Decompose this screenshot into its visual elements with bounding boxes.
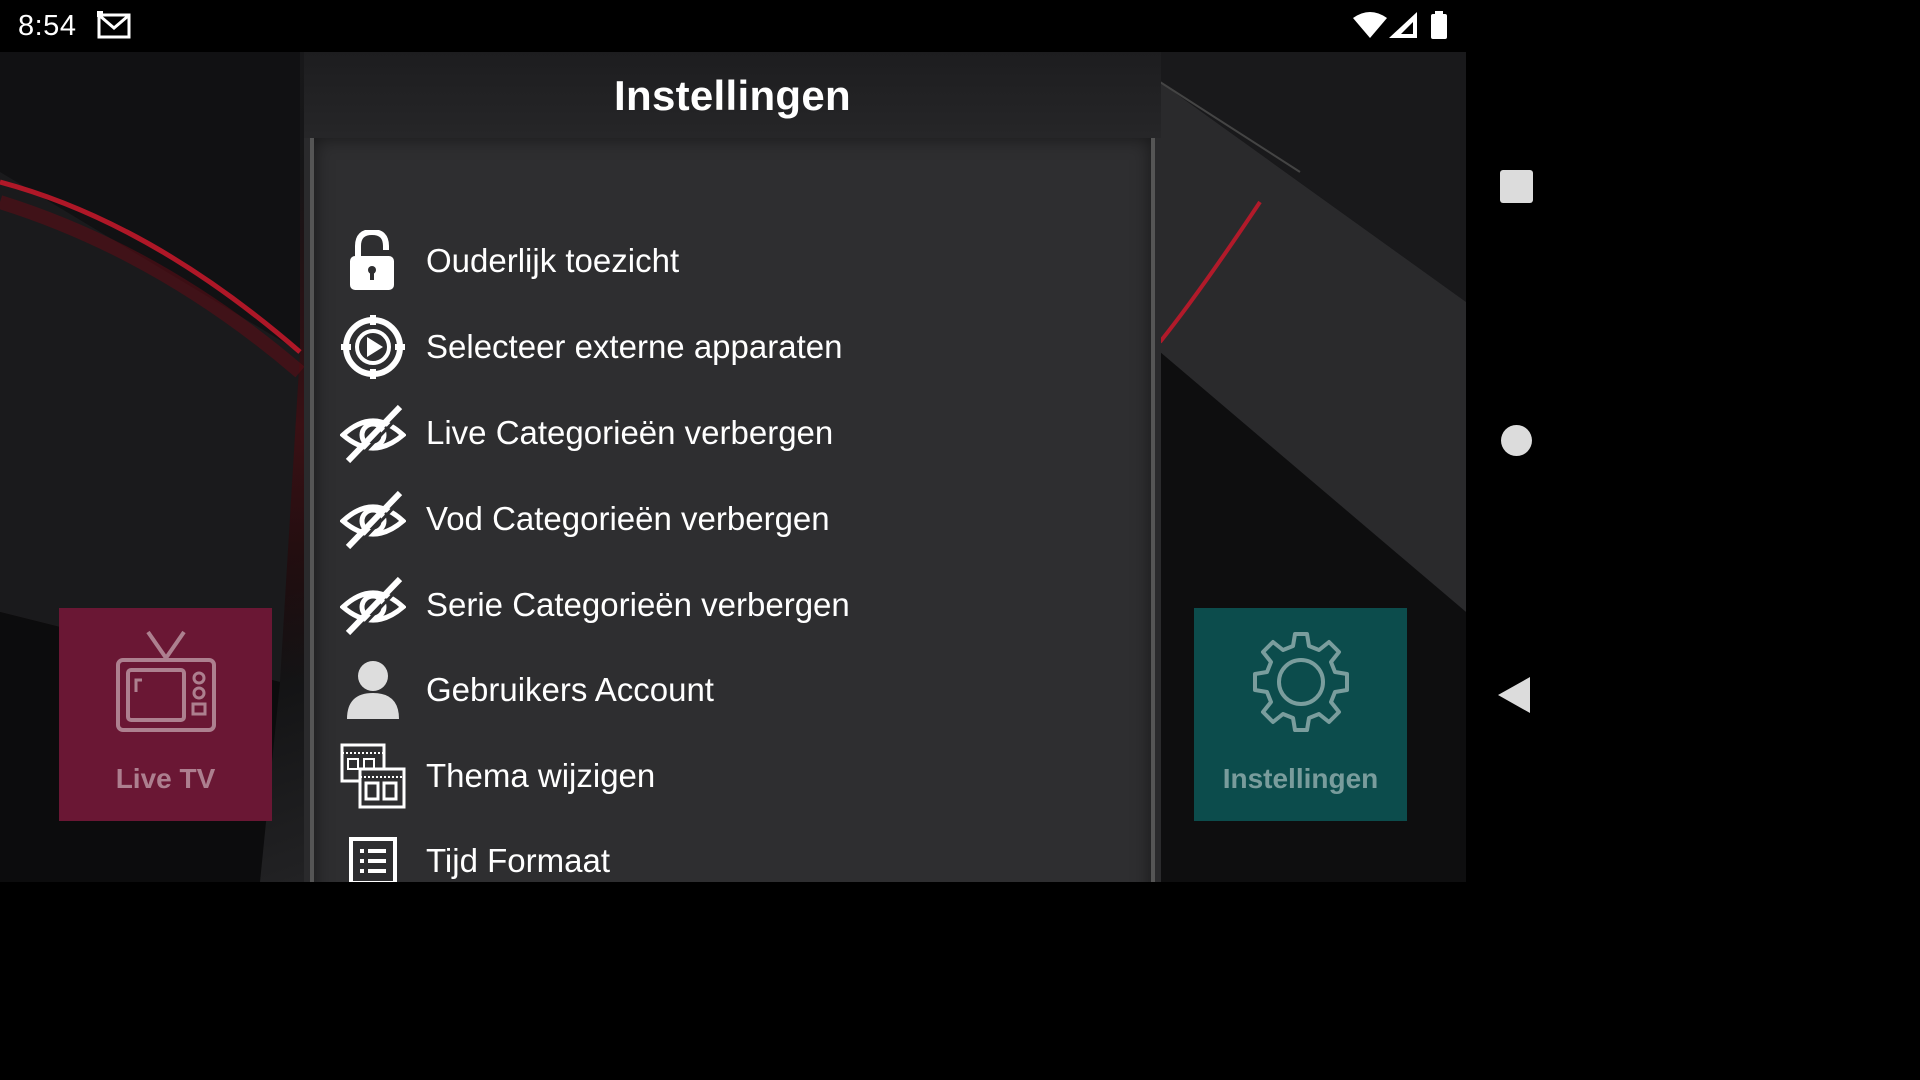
tile-live-tv[interactable]: Live TV <box>59 608 272 821</box>
menu-item-hide-vod-categories[interactable]: Vod Categorieën verbergen <box>340 478 1140 560</box>
wifi-icon <box>1353 12 1387 43</box>
menu-item-label: Vod Categorieën verbergen <box>426 500 830 537</box>
home-button[interactable] <box>1501 425 1532 456</box>
signal-icon <box>1389 12 1417 43</box>
menu-item-hide-series-categories[interactable]: Serie Categorieën verbergen <box>340 564 1140 646</box>
menu-item-label: Gebruikers Account <box>426 671 714 708</box>
play-circle-icon <box>340 314 406 380</box>
menu-item-parental-control[interactable]: Ouderlijk toezicht <box>340 220 1140 302</box>
tv-icon <box>114 630 218 739</box>
settings-dialog: Instellingen Ouderlijk toezicht Selectee… <box>304 52 1161 882</box>
eye-off-icon <box>340 486 406 552</box>
status-bar: 8:54 <box>0 0 1466 52</box>
dialog-header: Instellingen <box>304 52 1161 138</box>
dialog-title: Instellingen <box>614 72 851 119</box>
menu-item-label: Tijd Formaat <box>426 842 610 879</box>
theme-icon <box>340 743 406 809</box>
list-icon <box>340 828 406 882</box>
eye-off-icon <box>340 400 406 466</box>
recents-button[interactable] <box>1500 170 1533 203</box>
menu-item-label: Serie Categorieën verbergen <box>426 586 850 623</box>
nav-bar <box>1466 0 1568 882</box>
menu-item-label: Selecteer externe apparaten <box>426 328 843 365</box>
menu-item-external-devices[interactable]: Selecteer externe apparaten <box>340 306 1140 388</box>
battery-icon <box>1430 11 1448 44</box>
dialog-body: Ouderlijk toezicht Selecteer externe app… <box>310 138 1155 882</box>
screen: 8:54 Live TV Instellingen Instellingen O… <box>0 0 1568 882</box>
menu-item-change-theme[interactable]: Thema wijzigen <box>340 735 1140 817</box>
tile-label: Instellingen <box>1222 763 1379 794</box>
gear-icon <box>1249 630 1353 739</box>
lock-icon <box>340 228 406 294</box>
tile-settings[interactable]: Instellingen <box>1194 608 1407 821</box>
status-time: 8:54 <box>18 10 77 42</box>
tile-label: Live TV <box>115 763 216 794</box>
menu-item-label: Live Categorieën verbergen <box>426 414 834 451</box>
eye-off-icon <box>340 572 406 638</box>
menu-item-user-account[interactable]: Gebruikers Account <box>340 649 1140 731</box>
menu-item-time-format[interactable]: Tijd Formaat <box>340 820 1140 882</box>
gmail-icon <box>97 11 131 44</box>
back-button[interactable] <box>1498 677 1532 718</box>
menu-item-label: Thema wijzigen <box>426 757 656 794</box>
menu-item-label: Ouderlijk toezicht <box>426 242 680 279</box>
user-icon <box>340 657 406 723</box>
menu-item-hide-live-categories[interactable]: Live Categorieën verbergen <box>340 392 1140 474</box>
